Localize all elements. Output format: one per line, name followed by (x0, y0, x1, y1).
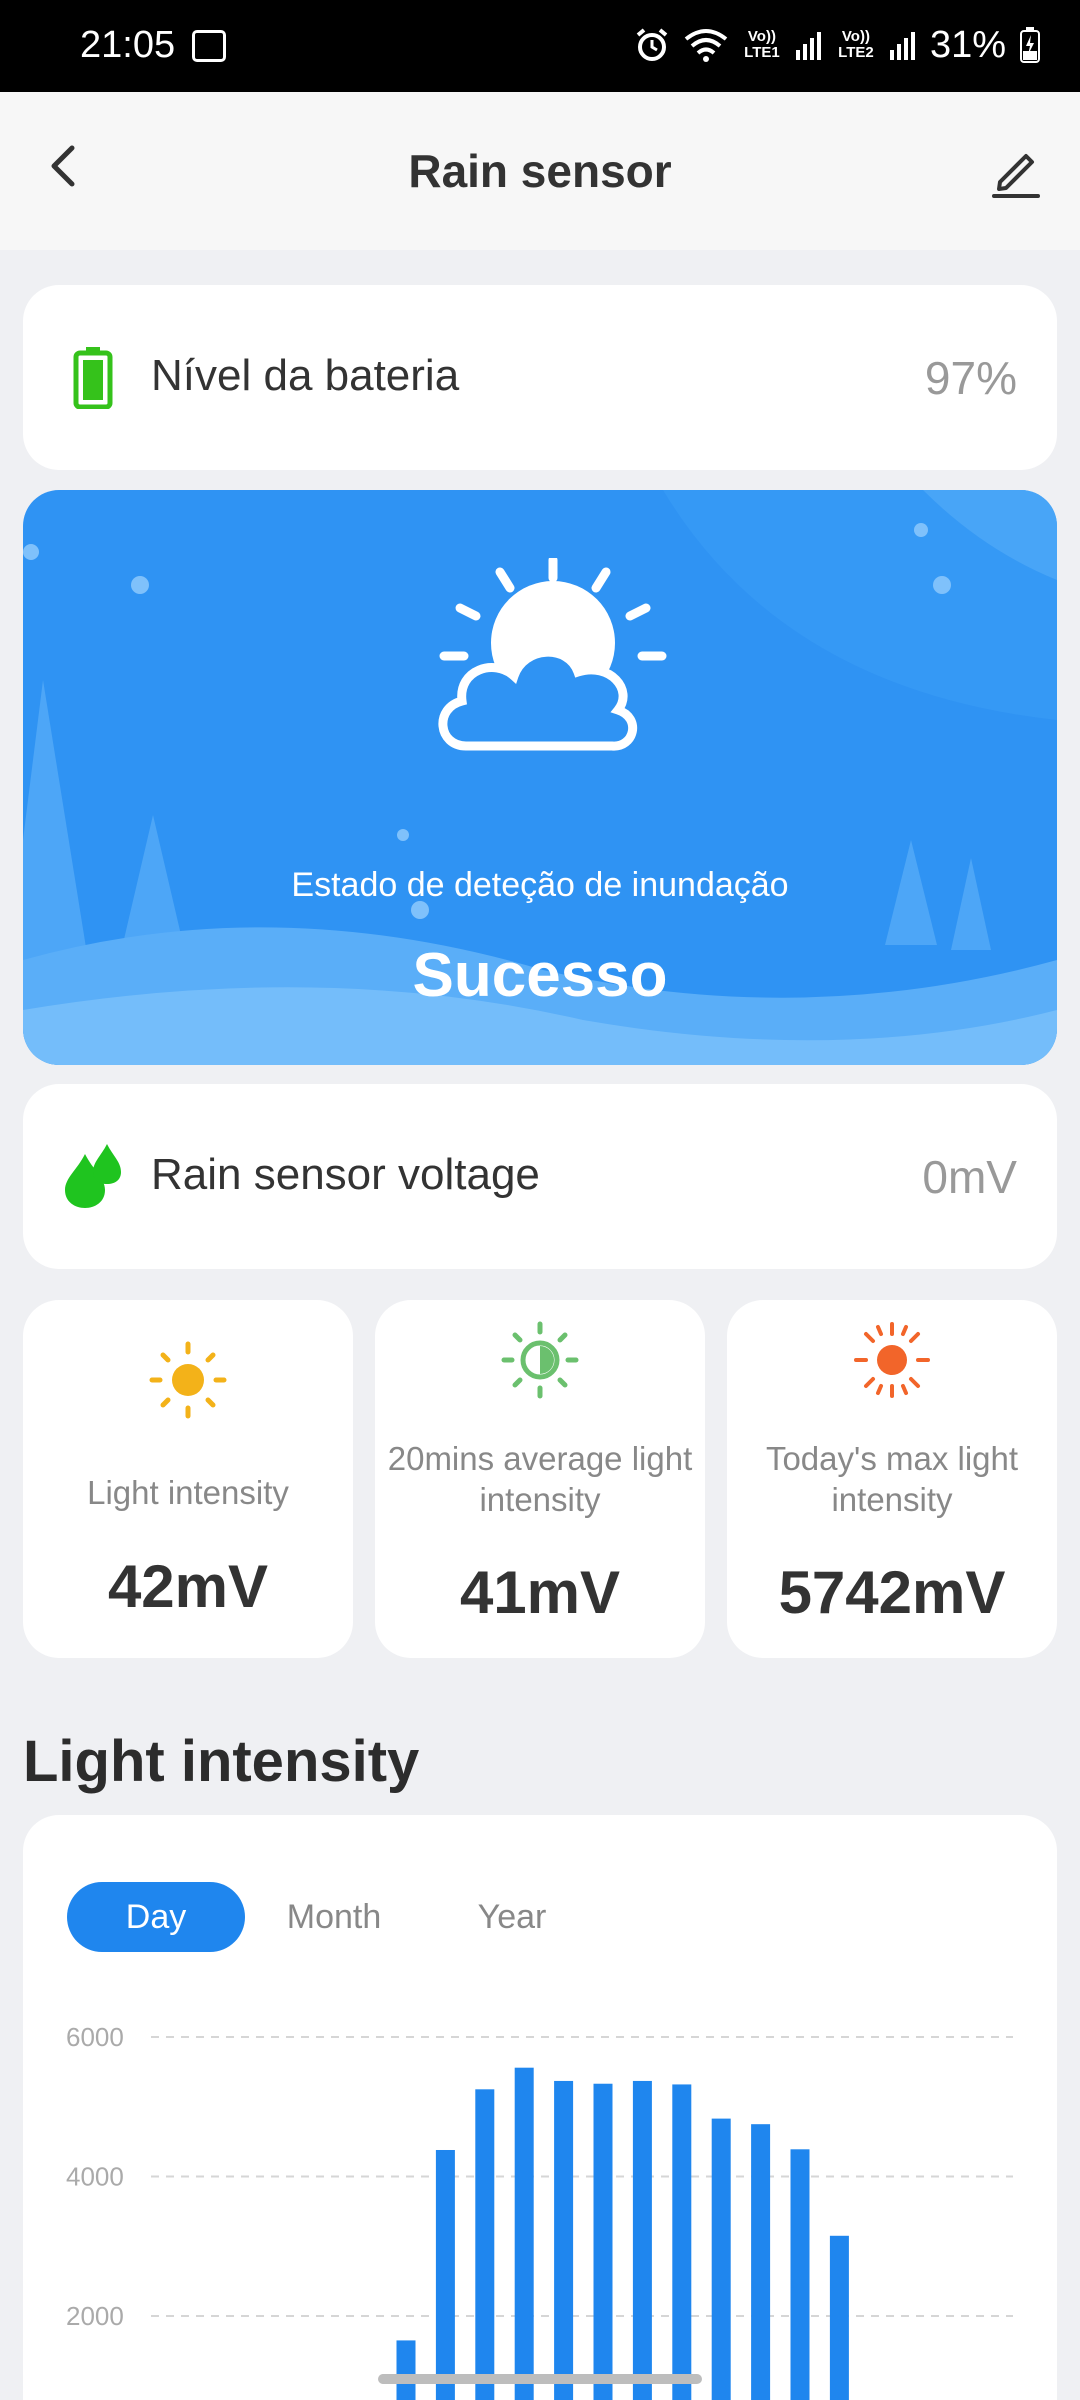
light-intensity-value: 42mV (107, 1553, 269, 1620)
light-intensity-bar-chart: 6000 4000 2000 (66, 2022, 1013, 2400)
flood-detection-status: Sucesso (412, 941, 668, 1010)
app-header: Rain sensor (0, 92, 1080, 250)
battery-charging-icon (1020, 27, 1040, 63)
wifi-icon (684, 29, 728, 62)
battery-percentage: 31% (929, 23, 1006, 66)
rain-sensor-voltage-value: 0mV (922, 1151, 1017, 1203)
battery-icon (73, 347, 113, 409)
rain-sensor-voltage-card: Rain sensor voltage 0mV (23, 1084, 1057, 1269)
battery-level-label: Nível da bateria (151, 351, 460, 400)
partly-cloudy-icon (438, 558, 667, 751)
chart-bar (751, 2124, 771, 2400)
chart-bar (790, 2149, 810, 2400)
tab-year[interactable]: Year (423, 1882, 601, 1952)
water-drop-icon (65, 1144, 121, 1208)
chart-bar (514, 2067, 534, 2400)
period-tabs: Day Month Year (67, 1882, 601, 1952)
chart-bar (435, 2149, 455, 2400)
tab-day[interactable]: Day (67, 1882, 245, 1952)
rain-sensor-voltage-label: Rain sensor voltage (151, 1150, 540, 1199)
status-bar: 21:05 Vo)) LTE1 Vo)) LTE2 31% (0, 0, 1080, 92)
max-light-intensity-label: Today's max light intensity (765, 1440, 1019, 1518)
y-tick-label: 4000 (66, 2162, 124, 2192)
max-light-intensity-tile: Today's max light intensity 5742mV (727, 1300, 1057, 1658)
chart-bar (554, 2080, 574, 2400)
bright-sun-icon (854, 1322, 930, 1398)
chart-bar (711, 2118, 731, 2400)
light-intensity-tile: Light intensity 42mV (23, 1300, 353, 1658)
sun-icon (149, 1341, 227, 1419)
y-tick-label: 2000 (66, 2301, 124, 2331)
light-intensity-label: Light intensity (87, 1474, 289, 1511)
light-intensity-chart-card: Day Month Year 6000 4000 2000 (23, 1815, 1057, 2400)
tab-month[interactable]: Month (245, 1882, 423, 1952)
max-light-intensity-value: 5742mV (778, 1559, 1006, 1626)
chart-bar (396, 2340, 416, 2400)
chart-bar (475, 2089, 495, 2400)
network-lte2-label: Vo)) LTE2 (838, 28, 874, 61)
average-light-intensity-value: 41mV (459, 1559, 621, 1626)
page-title: Rain sensor (408, 145, 672, 197)
battery-level-card: Nível da bateria 97% (23, 285, 1057, 470)
average-light-intensity-label: 20mins average light intensity (387, 1440, 693, 1518)
home-indicator[interactable] (378, 2374, 702, 2384)
light-intensity-section-title: Light intensity (23, 1729, 420, 1794)
chart-bar (829, 2235, 849, 2400)
chart-bar (593, 2083, 613, 2400)
chart-bar (672, 2084, 692, 2400)
edit-pencil-icon[interactable] (986, 142, 1046, 202)
average-light-intensity-tile: 20mins average light intensity 41mV (375, 1300, 705, 1658)
battery-level-value: 97% (924, 352, 1017, 404)
status-time: 21:05 (80, 24, 176, 66)
signal-icon (795, 32, 821, 60)
flood-detection-label: Estado de deteção de inundação (291, 866, 789, 904)
status-icons: Vo)) LTE1 Vo)) LTE2 31% (634, 22, 1040, 68)
gallery-notification-icon (192, 30, 226, 62)
signal-icon (889, 32, 915, 60)
y-tick-label: 6000 (66, 2022, 124, 2052)
chart-bar (632, 2080, 652, 2400)
alarm-icon (636, 28, 668, 61)
half-sun-icon (501, 1321, 579, 1399)
network-lte1-label: Vo)) LTE1 (744, 28, 780, 61)
